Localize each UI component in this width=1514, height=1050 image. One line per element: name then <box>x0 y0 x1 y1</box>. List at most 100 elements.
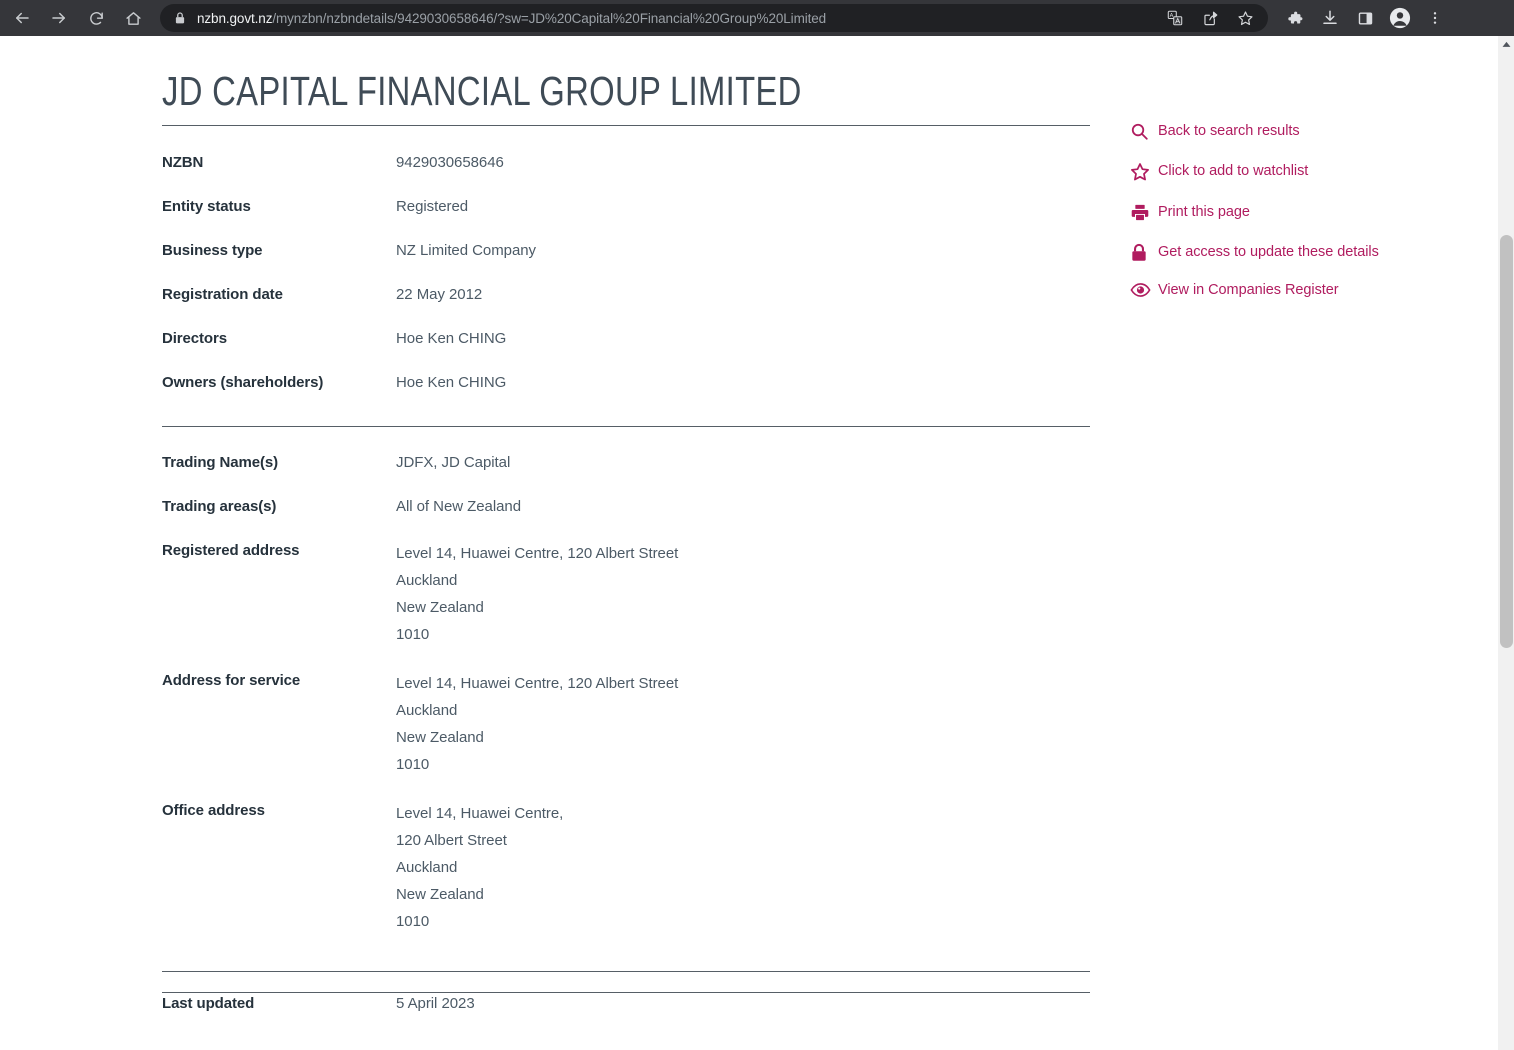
scroll-up-arrow-icon[interactable] <box>1498 36 1514 53</box>
sidebar-link-back-to-search[interactable]: Back to search results <box>1130 121 1380 141</box>
home-button[interactable] <box>118 3 148 33</box>
detail-label: Address for service <box>162 672 301 690</box>
sidebar-link-get-access[interactable]: Get access to update these details <box>1130 242 1380 263</box>
side-panel-icon[interactable] <box>1353 6 1377 30</box>
bookmark-star-icon[interactable] <box>1232 5 1258 31</box>
url-host: nzbn.govt.nz <box>197 10 273 26</box>
extensions-puzzle-icon[interactable] <box>1283 6 1307 30</box>
detail-row: Trading areas(s) All of New Zealand <box>162 496 1090 540</box>
detail-value-line: New Zealand <box>396 886 484 904</box>
detail-value-line: Auckland <box>396 702 458 720</box>
detail-row: NZBN 9429030658646 <box>162 126 1090 196</box>
browser-toolbar-right <box>1283 6 1447 30</box>
sidebar-link-label: View in Companies Register <box>1158 282 1339 298</box>
translate-icon[interactable]: A <box>1162 5 1188 31</box>
address-bar[interactable]: nzbn.govt.nz/mynzbn/nzbndetails/94290306… <box>160 4 1268 32</box>
detail-row: Registration date 22 May 2012 <box>162 284 1090 328</box>
detail-row: Business type NZ Limited Company <box>162 240 1090 284</box>
eye-icon <box>1130 280 1158 299</box>
detail-label: Registration date <box>162 286 283 304</box>
printer-icon <box>1130 202 1158 222</box>
detail-row: Owners (shareholders) Hoe Ken CHING <box>162 372 1090 416</box>
detail-value: Hoe Ken CHING <box>396 328 506 350</box>
detail-row: Directors Hoe Ken CHING <box>162 328 1090 372</box>
sidebar-link-label: Get access to update these details <box>1158 244 1379 260</box>
detail-value: Registered <box>396 196 468 218</box>
detail-value-line: Level 14, Huawei Centre, 120 Albert Stre… <box>396 675 679 693</box>
detail-value: 9429030658646 <box>396 152 504 174</box>
reload-button[interactable] <box>81 3 111 33</box>
sidebar-link-print[interactable]: Print this page <box>1130 202 1380 222</box>
sidebar-link-label: Click to add to watchlist <box>1158 163 1309 179</box>
detail-value: JDFX, JD Capital <box>396 452 510 474</box>
scrollbar-thumb[interactable] <box>1500 235 1513 648</box>
svg-text:A: A <box>1170 13 1174 19</box>
detail-value: Level 14, Huawei Centre, 120 Albert Stree… <box>396 800 563 935</box>
detail-label: Business type <box>162 242 263 260</box>
detail-value-line: All of New Zealand <box>396 498 521 516</box>
detail-value: Level 14, Huawei Centre, 120 Albert Stre… <box>396 670 678 778</box>
detail-value-line: NZ Limited Company <box>396 242 536 260</box>
detail-value-line: New Zealand <box>396 599 484 617</box>
detail-value-line: 22 May 2012 <box>396 286 483 304</box>
omnibox-actions: A <box>1156 5 1258 31</box>
page-title: JD CAPITAL FINANCIAL GROUP LIMITED <box>162 68 802 114</box>
detail-value-line: Auckland <box>396 859 458 877</box>
detail-value-line: Auckland <box>396 572 458 590</box>
search-icon <box>1130 121 1158 141</box>
lock-icon[interactable] <box>174 11 186 25</box>
detail-label: Trading areas(s) <box>162 498 277 516</box>
url-path: /mynzbn/nzbndetails/9429030658646/?sw=JD… <box>272 10 827 26</box>
detail-value: NZ Limited Company <box>396 240 536 262</box>
detail-label: Last updated <box>162 995 255 1013</box>
detail-value-line: Level 14, Huawei Centre, 120 Albert Stre… <box>396 545 679 563</box>
detail-row: Trading Name(s) JDFX, JD Capital <box>162 452 1090 496</box>
detail-value: 5 April 2023 <box>396 993 475 1015</box>
detail-label: Registered address <box>162 542 300 560</box>
back-button[interactable] <box>7 3 37 33</box>
share-icon[interactable] <box>1197 5 1223 31</box>
detail-value-line: New Zealand <box>396 729 484 747</box>
detail-row: Last updated 5 April 2023 <box>162 993 1090 1037</box>
browser-toolbar: nzbn.govt.nz/mynzbn/nzbndetails/94290306… <box>0 0 1514 36</box>
detail-label: Trading Name(s) <box>162 454 279 472</box>
details-group-primary: NZBN 9429030658646 Entity status Registered… <box>162 126 1090 416</box>
action-sidebar: Back to search results Click to add to w… <box>1130 36 1380 317</box>
detail-label: Entity status <box>162 198 251 216</box>
lock-icon <box>1130 242 1158 263</box>
detail-value-line: Hoe Ken CHING <box>396 374 507 392</box>
detail-value-line: 120 Albert Street <box>396 832 507 850</box>
detail-row: Entity status Registered <box>162 196 1090 240</box>
detail-value-line: Level 14, Huawei Centre, <box>396 805 564 823</box>
detail-row: Registered address Level 14, Huawei Centr… <box>162 540 1090 670</box>
detail-row: Office address Level 14, Huawei Centre, 12… <box>162 800 1090 957</box>
detail-value: All of New Zealand <box>396 496 521 518</box>
detail-value-line: 1010 <box>396 756 430 774</box>
detail-value-line: 1010 <box>396 626 430 644</box>
star-icon <box>1130 161 1158 182</box>
profile-avatar-icon[interactable] <box>1388 6 1412 30</box>
detail-value-line: Registered <box>396 198 469 216</box>
detail-value-line: 5 April 2023 <box>396 995 475 1013</box>
page-scrollbar[interactable] <box>1497 36 1514 1050</box>
url-text: nzbn.govt.nz/mynzbn/nzbndetails/94290306… <box>197 11 826 26</box>
detail-label: Directors <box>162 330 227 348</box>
detail-value: Level 14, Huawei Centre, 120 Albert Stre… <box>396 540 678 648</box>
detail-label: Owners (shareholders) <box>162 374 324 392</box>
detail-row: Address for service Level 14, Huawei Cent… <box>162 670 1090 800</box>
footer-divider-top <box>162 971 1090 973</box>
forward-button[interactable] <box>44 3 74 33</box>
detail-value-line: Hoe Ken CHING <box>396 330 507 348</box>
detail-value-line: JDFX, JD Capital <box>396 454 511 472</box>
downloads-icon[interactable] <box>1318 6 1342 30</box>
sidebar-link-companies-register[interactable]: View in Companies Register <box>1130 280 1380 300</box>
footer-dividers <box>162 957 1342 994</box>
sidebar-link-label: Back to search results <box>1158 123 1300 139</box>
details-group-trading: Trading Name(s) JDFX, JD Capital Trading a… <box>162 427 1090 957</box>
detail-value-line: 9429030658646 <box>396 154 504 172</box>
sidebar-link-add-watchlist[interactable]: Click to add to watchlist <box>1130 161 1380 182</box>
detail-value: Hoe Ken CHING <box>396 372 506 394</box>
three-dot-menu-icon[interactable] <box>1423 6 1447 30</box>
details-group-meta: Last updated 5 April 2023 <box>162 993 1090 1037</box>
sidebar-link-label: Print this page <box>1158 204 1250 220</box>
